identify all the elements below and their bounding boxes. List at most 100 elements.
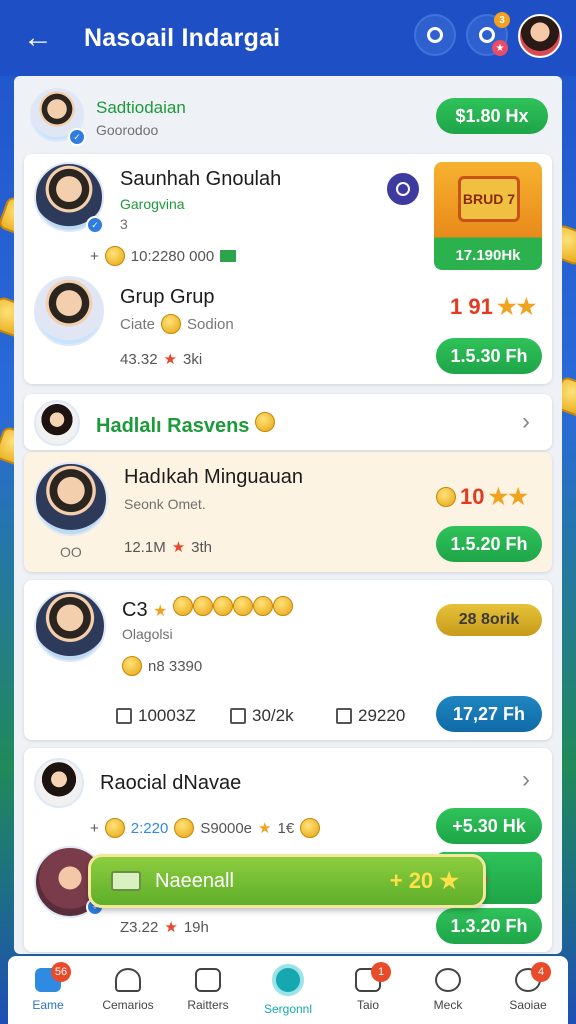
rank-badge: 28 8orik	[436, 604, 542, 636]
list-icon	[116, 708, 132, 724]
nav-settings[interactable]: Saoiae 4	[493, 962, 563, 1012]
store-icon	[195, 968, 221, 992]
notifications-button[interactable]: 3 ★	[466, 12, 510, 56]
reward-pill[interactable]: +5.30 Hk	[436, 808, 542, 844]
person-icon	[115, 968, 141, 992]
notification-icon	[479, 27, 495, 43]
coin-icon	[273, 596, 294, 616]
nav-personal[interactable]: Sergonnl	[253, 964, 323, 1016]
cash-icon	[111, 871, 141, 891]
nav-badge: 4	[531, 962, 551, 982]
page-title: Nasoail Indargai	[84, 23, 281, 52]
sync-icon	[427, 27, 443, 43]
bottom-nav: Eame 56 Cemarios Raitters Sergonnl Taio …	[8, 956, 568, 1024]
coin-icon	[233, 596, 254, 616]
user-code: OO	[60, 544, 82, 560]
score: 10 ★★	[436, 484, 528, 510]
user-sub: 3	[120, 216, 128, 232]
avatar	[34, 758, 84, 808]
avatar	[34, 276, 104, 346]
plus-icon: +	[90, 247, 99, 265]
toast-label: Naeenall	[155, 869, 234, 892]
tag-icon	[230, 708, 246, 724]
nav-contacts[interactable]: Cemarios	[93, 968, 163, 1012]
coin-icon	[104, 818, 125, 838]
reward-pill[interactable]: 1.5.30 Fh	[436, 338, 542, 374]
promo-tile[interactable]: BRUD 7 17.190Hk	[434, 162, 542, 270]
star-icon: ★★	[496, 294, 537, 319]
user-sub: Seonk Omet.	[124, 496, 206, 512]
user-name: Sadtiodaian	[96, 98, 186, 117]
user-name: Raocial dNavae	[100, 772, 242, 794]
user-sub: Ciate Sodion	[120, 314, 234, 334]
nav-badge: 56	[51, 962, 71, 982]
reward-pill[interactable]: 1.3.20 Fh	[436, 908, 542, 944]
circle-icon	[272, 964, 304, 996]
avatar	[34, 400, 80, 446]
user-meta: 12.1M ★ 3th	[124, 538, 213, 557]
reward-toast[interactable]: Naeenall + 20 ★	[88, 854, 486, 908]
avatar	[34, 462, 108, 536]
reward-pill[interactable]: $1.80 Hx	[436, 98, 548, 134]
coin-icon	[253, 596, 274, 616]
stat-posts: 10003Z	[116, 706, 196, 726]
coin-icon	[213, 596, 234, 616]
section-header[interactable]: Hadlalı Rasvens ›	[24, 394, 552, 450]
user-handle: Garogvina	[120, 196, 185, 212]
coin-icon	[174, 818, 195, 838]
star-icon: ★★	[488, 484, 528, 509]
nav-messages[interactable]: Taio 1	[333, 962, 403, 1012]
stat-checks: 29220	[336, 706, 405, 726]
coin-icon	[104, 246, 125, 266]
coin-icon	[254, 412, 275, 432]
score: 1 91 ★★	[450, 294, 537, 319]
star-icon: ★	[153, 603, 168, 620]
user-card: C3 ★ Olagolsi n8 3390 28 8orik 10003Z 30…	[24, 580, 552, 740]
star-icon: ★	[163, 351, 177, 368]
gift-icon	[122, 656, 142, 676]
avatar	[34, 590, 106, 662]
section-title: Hadlalı Rasvens	[96, 412, 275, 438]
user-card: ✓ Saunhah Gnoulah Garogvina 3 + 10:2280 …	[24, 154, 552, 384]
promo-box: BRUD 7	[458, 176, 520, 222]
chevron-right-icon[interactable]: ›	[522, 766, 530, 794]
user-meta: n8 3390	[122, 656, 202, 676]
user-name: Grup Grup	[120, 286, 215, 308]
circle-icon	[396, 182, 410, 196]
nav-home[interactable]: Eame 56	[13, 962, 83, 1012]
reward-pill[interactable]: 17,27 Fh	[436, 696, 542, 732]
coin-icon	[300, 818, 321, 838]
arrow-left-icon: ←	[23, 21, 53, 54]
coin-icon	[161, 314, 182, 334]
user-meta: 43.32 ★ 3ki	[120, 350, 203, 369]
user-name: Saunhah Gnoulah	[120, 168, 282, 190]
stat-shares: 30/2k	[230, 706, 294, 726]
reward-pill[interactable]: 1.5.20 Fh	[436, 526, 542, 562]
circle-action-button[interactable]	[384, 170, 422, 208]
nav-meck[interactable]: Meck	[413, 968, 483, 1012]
sync-button[interactable]	[414, 14, 456, 56]
star-icon: ★	[171, 539, 186, 556]
feed-panel: ✓ Sadtiodaian Goorodoo $1.80 Hx ✓ Saunha…	[14, 76, 562, 954]
flag-icon	[220, 250, 237, 262]
back-button[interactable]: ←	[12, 12, 64, 64]
checkbox-icon	[336, 708, 352, 724]
user-card[interactable]: OO Hadıkah Minguauan Seonk Omet. 12.1M ★ 3…	[24, 452, 552, 572]
nav-ratings[interactable]: Raitters	[173, 968, 243, 1012]
coin-icon	[436, 487, 456, 507]
verified-icon: ✓	[68, 128, 86, 146]
profile-avatar[interactable]	[518, 14, 562, 58]
top-row[interactable]: ✓ Sadtiodaian Goorodoo $1.80 Hx	[24, 84, 552, 148]
coin-icon	[193, 596, 214, 616]
user-name: Hadıkah Minguauan	[124, 466, 304, 488]
user-meta: Z3.22 ★ 19h	[120, 918, 209, 937]
meta-text: 10:2280 000	[130, 247, 215, 265]
verified-icon: ✓	[86, 216, 104, 234]
user-name: C3 ★	[122, 596, 294, 622]
user-meta: +2:220 S9000e ★ 1€	[90, 818, 321, 838]
nav-badge: 1	[371, 962, 391, 982]
user-meta: + 10:2280 000	[90, 246, 237, 266]
reward-badge: ★	[492, 40, 508, 56]
user-sub: Goorodoo	[96, 122, 159, 138]
user-sub: Olagolsi	[122, 626, 173, 642]
